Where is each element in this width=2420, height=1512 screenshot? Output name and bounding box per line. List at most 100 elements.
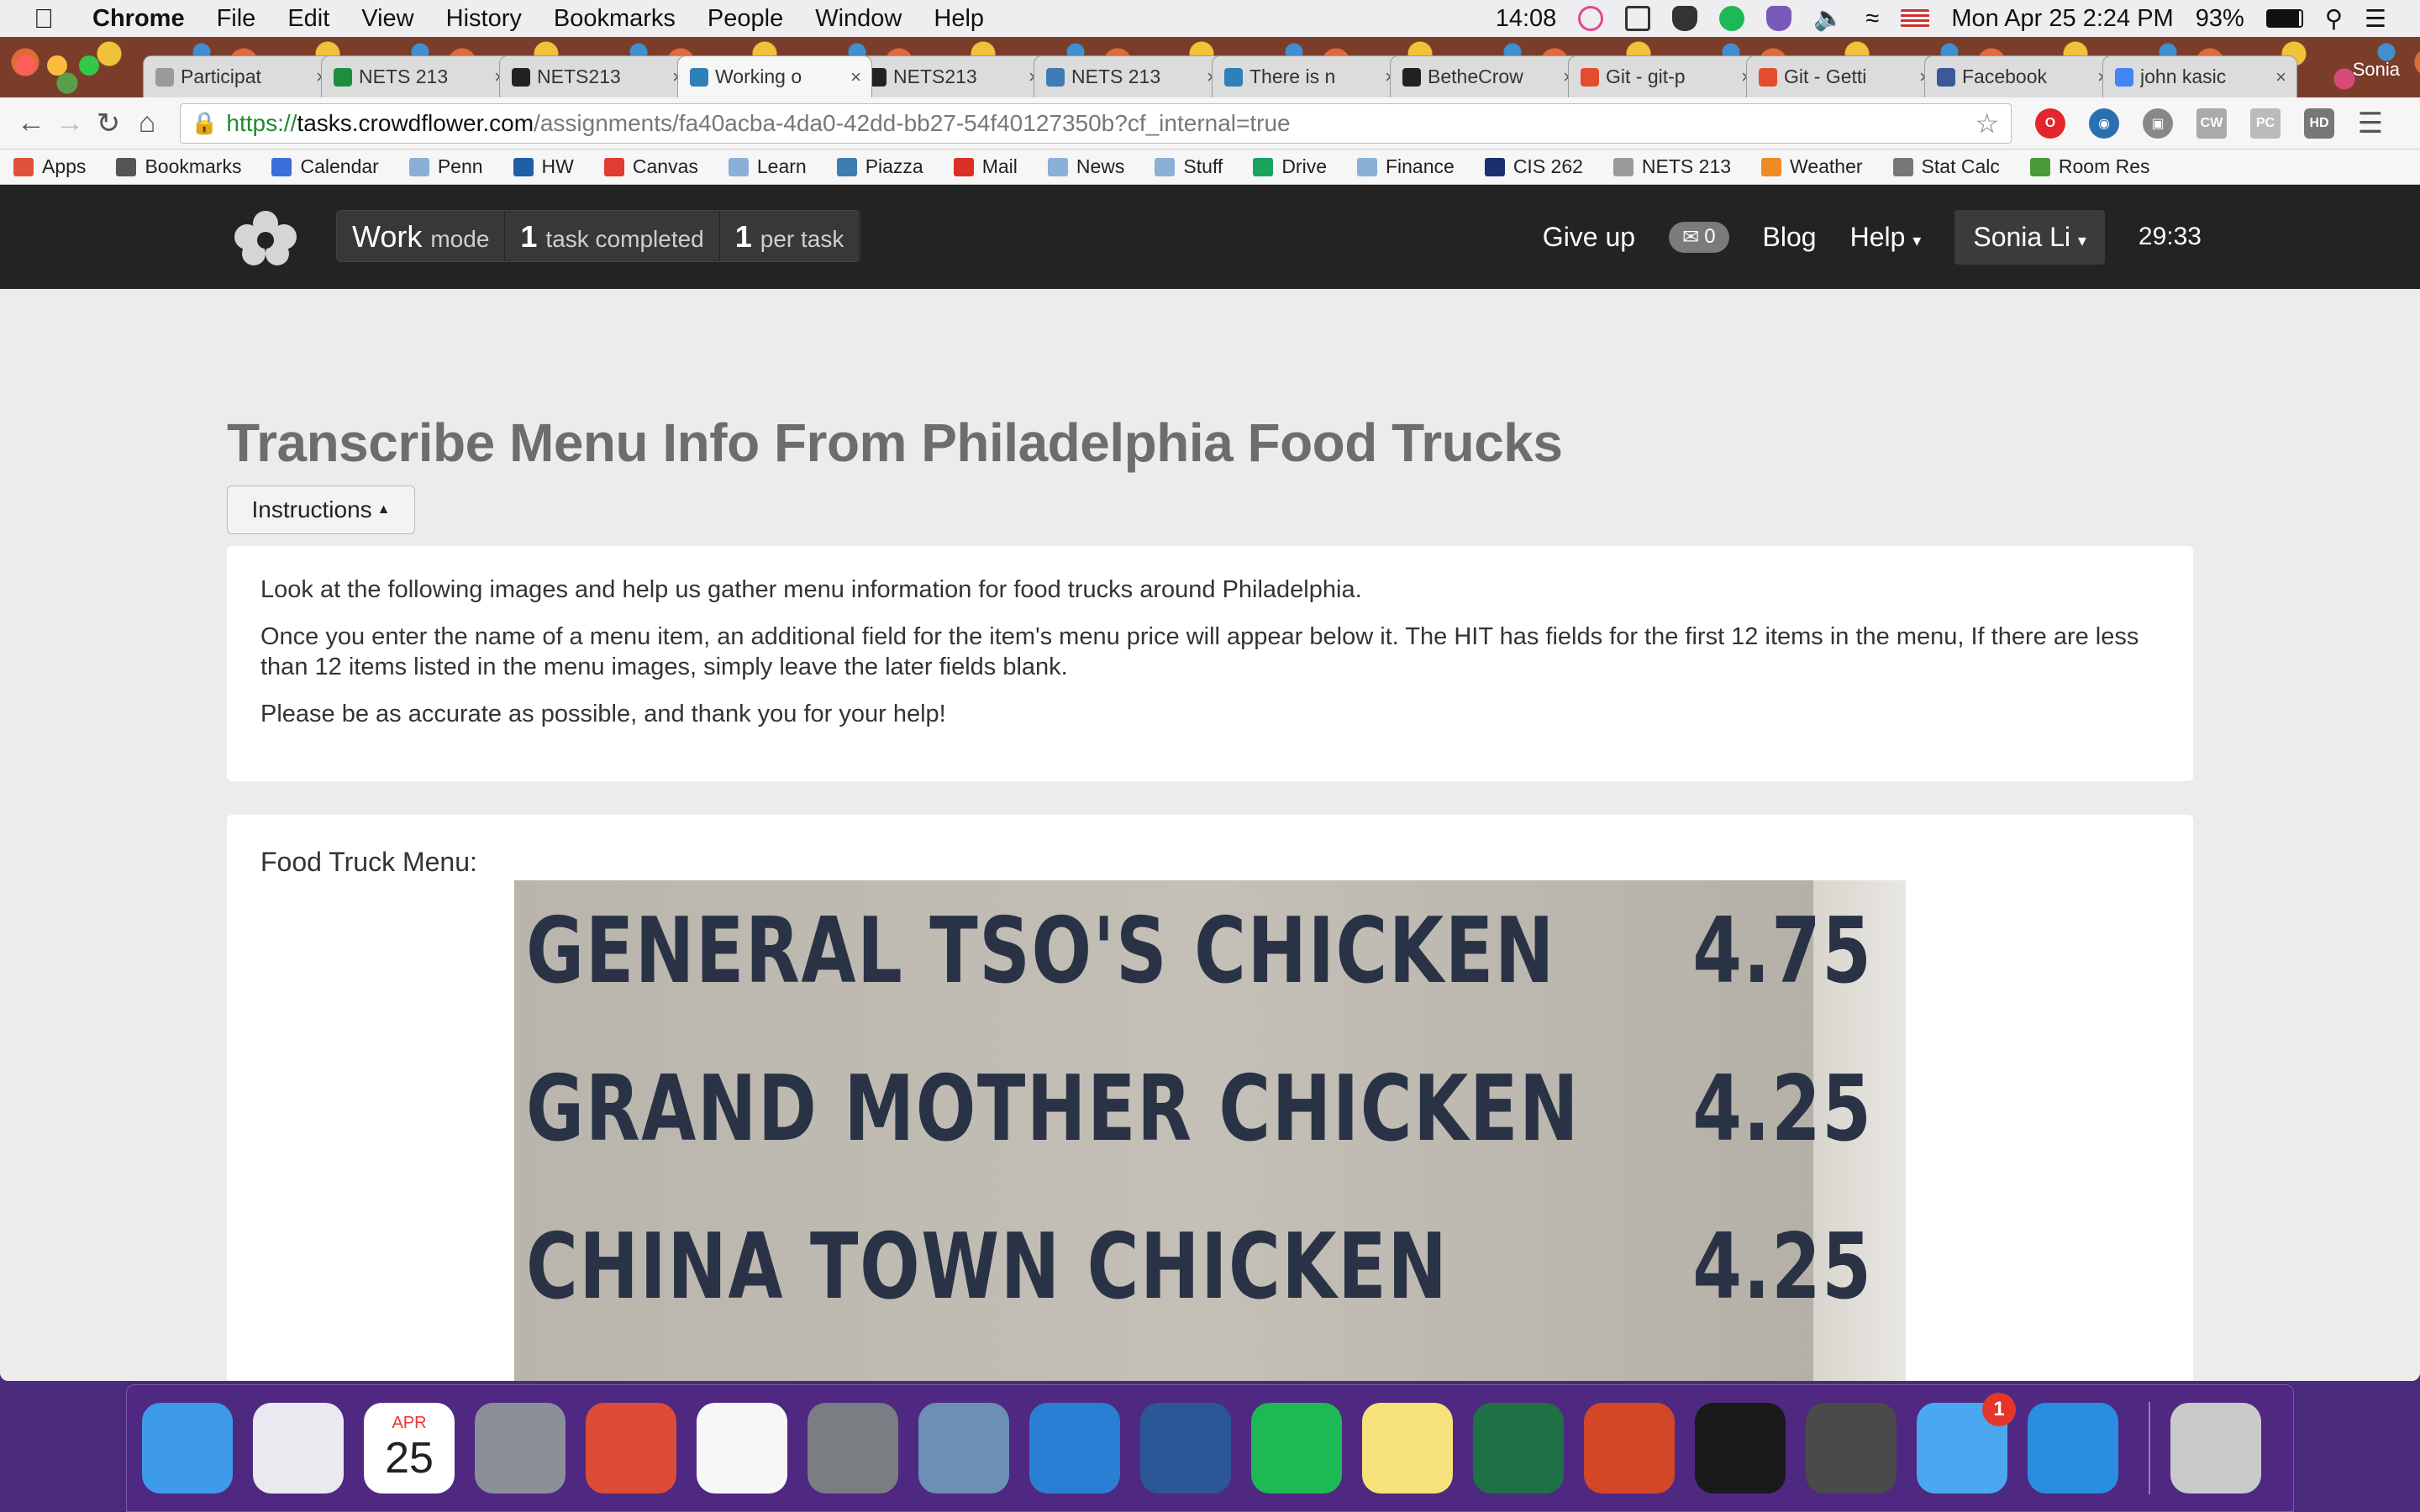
browser-tab[interactable]: john kasic ×: [2102, 55, 2297, 97]
blog-link[interactable]: Blog: [1763, 222, 1817, 253]
menu-people[interactable]: People: [708, 5, 783, 33]
calendar-icon[interactable]: APR 25: [364, 1403, 455, 1494]
bookmark-item[interactable]: Piazza: [836, 155, 923, 178]
bookmark-item[interactable]: CIS 262: [1484, 155, 1583, 178]
messages-icon[interactable]: 1: [1917, 1393, 2016, 1494]
bookmark-item[interactable]: Penn: [408, 155, 483, 178]
profile-name[interactable]: Sonia: [2353, 59, 2400, 81]
menu-view[interactable]: View: [361, 5, 413, 33]
browser-tab[interactable]: NETS 213×: [321, 55, 516, 97]
close-tab-icon[interactable]: ×: [2275, 66, 2286, 88]
apple-menu-icon[interactable]: : [34, 3, 84, 34]
messages-badge[interactable]: ✉ 0: [1669, 221, 1729, 253]
window-controls[interactable]: [15, 55, 99, 76]
preview-icon[interactable]: [918, 1403, 1009, 1494]
date-time[interactable]: Mon Apr 25 2:24 PM: [1951, 5, 2173, 33]
bookmark-item[interactable]: NETS 213: [1612, 155, 1731, 178]
terminal-icon[interactable]: [1695, 1403, 1786, 1494]
clock-24h[interactable]: 14:08: [1496, 5, 1557, 33]
browser-tab[interactable]: There is n×: [1212, 55, 1407, 97]
notes-icon[interactable]: [1362, 1403, 1453, 1494]
battery-icon[interactable]: [2265, 9, 2303, 28]
menu-history[interactable]: History: [446, 5, 522, 33]
us-flag-icon[interactable]: [1901, 9, 1930, 28]
bookmark-item[interactable]: Canvas: [603, 155, 698, 178]
sublime-icon[interactable]: [1806, 1403, 1897, 1494]
trash-icon[interactable]: [2170, 1403, 2261, 1494]
bookmark-item[interactable]: Stat Calc: [1892, 155, 2000, 178]
menu-bookmarks[interactable]: Bookmarks: [554, 5, 676, 33]
bookmark-item[interactable]: Weather: [1761, 155, 1863, 178]
battery-percent[interactable]: 93%: [2196, 5, 2244, 33]
close-tab-icon[interactable]: ×: [850, 66, 861, 88]
browser-tab[interactable]: Facebook×: [1924, 55, 2119, 97]
word-icon[interactable]: [1140, 1403, 1231, 1494]
bookmark-item[interactable]: Finance: [1356, 155, 1455, 178]
eye-extension-icon[interactable]: ◉: [2089, 108, 2119, 139]
browser-tab[interactable]: NETS 213×: [1034, 55, 1228, 97]
reminders-icon[interactable]: [697, 1403, 787, 1494]
wifi-icon[interactable]: ≈: [1865, 5, 1879, 33]
vpn-shield-icon[interactable]: [1672, 6, 1698, 31]
forward-icon[interactable]: →: [50, 107, 89, 139]
reload-icon[interactable]: ↻: [89, 107, 128, 140]
excel-icon[interactable]: [1473, 1403, 1564, 1494]
bookmark-item[interactable]: Apps: [13, 155, 86, 178]
menu-edit[interactable]: Edit: [287, 5, 329, 33]
user-menu[interactable]: Sonia Li ▾: [1954, 209, 2105, 265]
finder-icon[interactable]: [142, 1403, 233, 1494]
bookmark-item[interactable]: Mail: [953, 155, 1018, 178]
minimize-window-icon[interactable]: [47, 55, 67, 76]
bookmark-item[interactable]: News: [1047, 155, 1124, 178]
home-icon[interactable]: ⌂: [128, 107, 166, 139]
close-window-icon[interactable]: [15, 55, 35, 76]
bookmark-star-icon[interactable]: ☆: [1975, 108, 1999, 139]
bookmark-item[interactable]: Bookmarks: [116, 155, 241, 178]
opera-extension-icon[interactable]: O: [2035, 108, 2065, 139]
browser-tab[interactable]: NETS213×: [855, 55, 1050, 97]
app-menu[interactable]: Chrome: [92, 5, 185, 33]
menu-help[interactable]: Help: [934, 5, 984, 33]
notification-center-icon[interactable]: ☰: [2365, 4, 2386, 34]
bookmark-item[interactable]: Learn: [728, 155, 807, 178]
browser-tab[interactable]: Git - Getti×: [1746, 55, 1941, 97]
airplay-icon[interactable]: [1625, 6, 1651, 31]
rocket-icon[interactable]: [475, 1403, 566, 1494]
pc-extension-icon[interactable]: PC: [2250, 108, 2281, 139]
zoom-window-icon[interactable]: [79, 55, 99, 76]
browser-tab[interactable]: Git - git-p×: [1568, 55, 1763, 97]
gear-icon[interactable]: [808, 1403, 898, 1494]
powerpoint-icon[interactable]: [1584, 1403, 1675, 1494]
crowdflower-logo-icon[interactable]: [227, 207, 304, 267]
chrome-menu-icon[interactable]: ☰: [2351, 107, 2390, 140]
menu-file[interactable]: File: [217, 5, 256, 33]
lock-icon[interactable]: 🔒: [191, 110, 218, 136]
browser-tab[interactable]: NETS213×: [499, 55, 694, 97]
instructions-toggle-button[interactable]: Instructions ▲: [227, 486, 415, 534]
bookmark-item[interactable]: Room Res: [2029, 155, 2150, 178]
bookmark-item[interactable]: Calendar: [271, 155, 379, 178]
browser-tab[interactable]: Participat×: [143, 55, 338, 97]
safari-icon[interactable]: [2028, 1403, 2118, 1494]
give-up-link[interactable]: Give up: [1543, 222, 1635, 253]
bookmark-item[interactable]: Stuff: [1155, 155, 1223, 178]
bookmark-item[interactable]: Drive: [1253, 155, 1327, 178]
camera-extension-icon[interactable]: ▣: [2143, 108, 2173, 139]
itunes-icon[interactable]: [253, 1403, 344, 1494]
browser-tab[interactable]: BetheCrow×: [1390, 55, 1585, 97]
chrome-icon[interactable]: [586, 1403, 676, 1494]
spotlight-search-icon[interactable]: ⚲: [2325, 4, 2343, 34]
cw-extension-icon[interactable]: CW: [2196, 108, 2227, 139]
privacy-shield-icon[interactable]: [1766, 6, 1792, 31]
pencil-icon[interactable]: [1029, 1403, 1120, 1494]
menu-window[interactable]: Window: [815, 5, 902, 33]
timer-icon[interactable]: [1578, 6, 1604, 31]
browser-tab[interactable]: Working o ×: [677, 55, 872, 97]
back-icon[interactable]: ←: [12, 107, 50, 139]
address-bar[interactable]: 🔒 https:// tasks.crowdflower.com /assign…: [180, 102, 2012, 144]
spotify-icon[interactable]: [1251, 1403, 1342, 1494]
volume-icon[interactable]: 🔈: [1813, 4, 1844, 33]
bookmark-item[interactable]: HW: [513, 155, 574, 178]
spotify-icon[interactable]: [1719, 6, 1745, 31]
help-menu[interactable]: Help ▾: [1850, 222, 1922, 253]
